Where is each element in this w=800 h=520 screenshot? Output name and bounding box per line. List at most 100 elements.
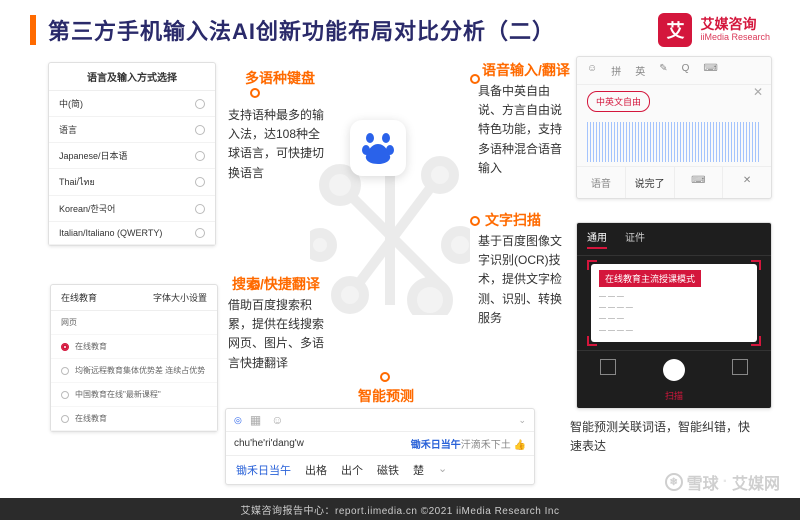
settings-row[interactable]: 在线教育 [51,407,217,431]
voice-tab[interactable]: Q [682,63,690,78]
node-dot [380,372,390,382]
settings-right-label[interactable]: 字体大小设置 [153,291,207,304]
watermark-left: 雪球 [687,470,719,494]
node-dot [470,216,480,226]
voice-btn[interactable]: 语音 [577,167,626,198]
ime-input-row: chu'he'ri'dang'w 锄禾日当午汗滴禾下土 👍 [226,432,534,456]
crop-corner-icon [751,336,761,346]
ime-suggestion[interactable]: 锄禾日当午汗滴禾下土 👍 [411,436,526,451]
footer-text: 艾媒咨询报告中心：report.iimedia.cn ©2021 iiMedia… [241,502,560,517]
ocr-capture-card: 在线教育主流授课模式 — — —— — — —— — —— — — — [591,264,757,342]
watermark-icon: ❄ [665,473,683,491]
brand-text: 艾媒咨询 iiMedia Research [700,17,770,42]
radio-icon [195,228,205,238]
radio-icon [195,125,205,135]
feature-label-ocr: 文字扫描 [485,210,541,230]
ocr-tab-selected[interactable]: 通用 [587,229,607,249]
ime-candidate[interactable]: 出格 [305,462,327,478]
feature-desc-multilang: 支持语种最多的输入法，达108种全球语言，可快捷切换语言 [228,106,328,183]
header: 第三方手机输入法AI创新功能布局对比分析（二） 艾 艾媒咨询 iiMedia R… [30,10,770,50]
radio-icon [61,367,69,375]
settings-col-head: 网页 [51,311,217,335]
radio-icon [195,204,205,214]
close-icon[interactable]: ✕ [753,85,763,99]
voice-tab[interactable]: 拼 [611,63,621,78]
radio-icon [195,99,205,109]
brand: 艾 艾媒咨询 iiMedia Research [658,13,770,47]
clipboard-icon[interactable]: ▦ [250,413,261,427]
ocr-scan-label: 扫描 [577,389,771,408]
voice-tab[interactable]: ☺ [587,63,597,78]
ime-candidate[interactable]: 锄禾日当午 [236,462,291,478]
settings-row[interactable]: 均衡远程教育集体优势差 连续占优势 [51,359,217,383]
mock-ime-bar: ◎ ▦ ☺ ⌄ chu'he'ri'dang'w 锄禾日当午汗滴禾下土 👍 锄禾… [225,408,535,485]
shutter-button[interactable] [663,359,685,381]
radio-icon [61,391,69,399]
voice-tab[interactable]: ✎ [659,63,667,78]
logo-icon: ◎ [234,415,242,426]
feature-label-voice: 语音输入/翻译 [482,60,570,80]
ime-candidate[interactable]: 出个 [341,462,363,478]
voice-tab[interactable]: 英 [635,63,645,78]
watermark-right: 艾媒网 [732,470,780,494]
voice-tab[interactable]: ⌨ [703,63,717,78]
close-icon[interactable]: ✕ [723,167,771,198]
mock-language-panel: 语言及输入方式选择 中(简) 语言 Japanese/日本语 Thai/ไทย … [48,62,216,246]
settings-head: 在线教育 字体大小设置 [51,285,217,311]
gallery-icon[interactable] [600,359,616,375]
crop-corner-icon [751,260,761,270]
settings-left-label: 在线教育 [61,291,97,304]
voice-done-button[interactable]: 说完了 [626,167,675,198]
ocr-tab[interactable]: 证件 [625,229,645,249]
ocr-bottom-bar [577,350,771,389]
ime-toolbar: ▦ ☺ [250,413,284,427]
voice-button-bar: 语音 说完了 ⌨ ✕ [577,166,771,198]
mock-settings-panel: 在线教育 字体大小设置 网页 在线教育 均衡远程教育集体优势差 连续占优势 中国… [50,284,218,432]
crop-corner-icon [587,260,597,270]
lang-row[interactable]: 语言 [49,117,215,143]
voice-mode-pill[interactable]: 中英文自由 [587,91,650,112]
feature-label-multilang: 多语种键盘 [245,68,315,88]
ime-candidates: 锄禾日当午 出格 出个 磁铁 楚 ⌄ [226,456,534,484]
footer: 艾媒咨询报告中心：report.iimedia.cn ©2021 iiMedia… [0,498,800,520]
network-graphic [310,155,470,315]
lang-row[interactable]: Italian/Italiano (QWERTY) [49,222,215,245]
lang-row[interactable]: Thai/ไทย [49,169,215,196]
radio-icon [195,177,205,187]
brand-sub: iiMedia Research [700,33,770,43]
feature-desc-search: 借助百度搜索积累，提供在线搜索网页、图片、多语言快捷翻译 [228,296,328,373]
baidu-logo [350,120,406,176]
ime-candidate[interactable]: 楚 [413,462,424,478]
mock-ocr-panel: 通用 证件 在线教育主流授课模式 — — —— — — —— — —— — — … [576,222,772,409]
feature-desc-ocr: 基于百度图像文字识别(OCR)技术，提供文字检测、识别、转换服务 [478,232,568,328]
lang-row[interactable]: Korean/한국어 [49,196,215,222]
lang-row[interactable]: Japanese/日本语 [49,143,215,169]
feature-label-search: 搜索/快捷翻译 [232,274,320,294]
keyboard-icon[interactable]: ⌨ [675,167,724,198]
mock-voice-panel: ☺ 拼 英 ✎ Q ⌨ 中英文自由 ✕ 语音 说完了 ⌨ ✕ [576,56,772,199]
feature-label-predict: 智能预测 [358,386,414,406]
feature-desc-predict: 智能预测关联词语，智能纠错，快速表达 [570,418,750,456]
settings-row[interactable]: 在线教育 [51,335,217,359]
voice-tabs: ☺ 拼 英 ✎ Q ⌨ [577,57,771,85]
radio-icon [195,151,205,161]
node-dot [250,88,260,98]
ocr-card-body: — — —— — — —— — —— — — — [599,291,749,336]
lang-row[interactable]: 中(简) [49,91,215,117]
brand-logo-icon: 艾 [658,13,692,47]
expand-icon[interactable]: ⌄ [438,462,447,478]
emoji-icon[interactable]: ☺ [271,413,283,427]
collapse-icon[interactable]: ⌄ [518,415,526,426]
radio-icon [61,343,69,351]
watermark: ❄ 雪球 · 艾媒网 [665,470,780,494]
waveform-graphic [587,122,761,162]
settings-row[interactable]: 中国教育在线"最新课程" [51,383,217,407]
ime-candidate[interactable]: 磁铁 [377,462,399,478]
title-accent-bar [30,15,36,45]
crop-corner-icon [587,336,597,346]
flash-icon[interactable] [732,359,748,375]
title-wrap: 第三方手机输入法AI创新功能布局对比分析（二） [30,14,555,46]
ime-top: ◎ ▦ ☺ ⌄ [226,409,534,432]
brand-name: 艾媒咨询 [700,17,770,32]
ime-pinyin-input[interactable]: chu'he'ri'dang'w [234,438,403,449]
